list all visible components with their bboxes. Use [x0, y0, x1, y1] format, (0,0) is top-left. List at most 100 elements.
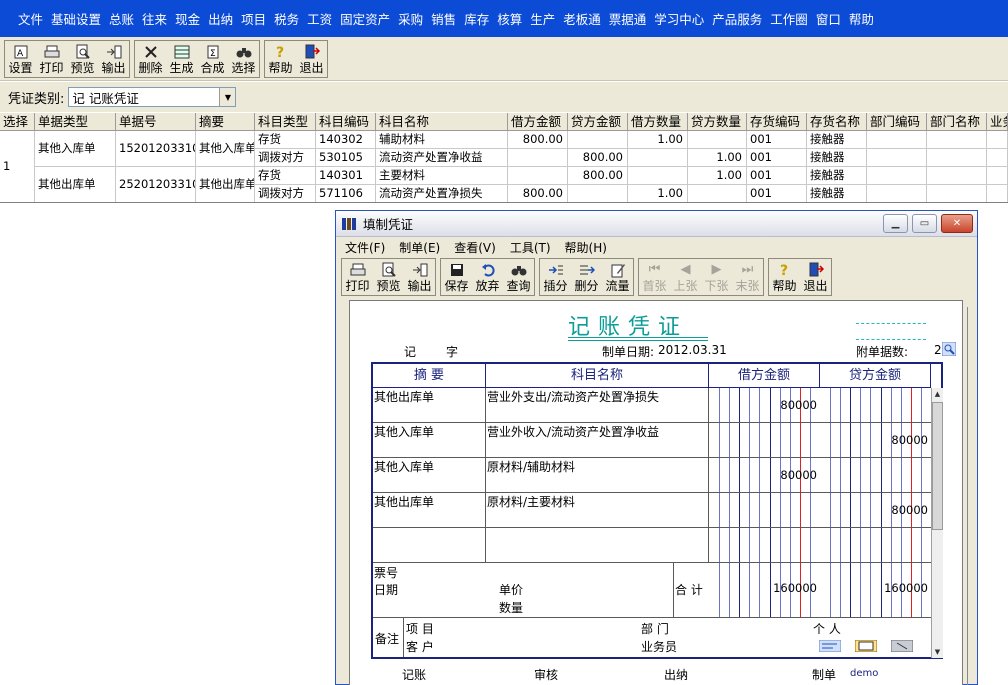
menu-basic-settings[interactable]: 基础设置	[51, 9, 101, 28]
col-header-doc-type[interactable]: 单据类型	[35, 113, 116, 131]
menu-purchase[interactable]: 采购	[398, 9, 423, 28]
entry-summary[interactable]	[373, 528, 486, 563]
dept-code-cell[interactable]	[867, 131, 927, 149]
voucher-cashflow-button[interactable]: 流量	[602, 259, 633, 295]
last-page-button[interactable]: ⏭ 末张	[732, 259, 763, 295]
business-cell[interactable]	[987, 167, 1008, 185]
dept-name-cell[interactable]	[927, 185, 987, 202]
card-icon[interactable]	[819, 640, 841, 652]
menu-fixed-assets[interactable]: 固定资产	[340, 9, 390, 28]
entry-summary[interactable]: 其他入库单	[373, 423, 486, 458]
voucher-type-select[interactable]: 记 记账凭证 ▼	[68, 87, 237, 107]
credit-qty-cell[interactable]	[688, 185, 747, 202]
account-name-cell[interactable]: 辅助材料	[376, 131, 508, 149]
col-header-credit[interactable]: 贷方金额	[568, 113, 628, 131]
voucher-help-button[interactable]: ? 帮助	[769, 259, 800, 295]
exit-button[interactable]: 退出	[296, 41, 327, 77]
col-header-debit-qty[interactable]: 借方数量	[628, 113, 688, 131]
debit-cell[interactable]	[508, 167, 568, 185]
dept-name-cell[interactable]	[927, 131, 987, 149]
entry-credit[interactable]: 80000	[820, 433, 928, 447]
inv-name-cell[interactable]: 接触器	[807, 131, 867, 149]
scroll-up-icon[interactable]: ▲	[932, 388, 943, 400]
voucher-export-button[interactable]: 输出	[404, 259, 435, 295]
entry-row[interactable]: 其他出库单 原材料/主要材料 80000	[373, 493, 933, 528]
dept-code-cell[interactable]	[867, 185, 927, 202]
col-header-credit-qty[interactable]: 贷方数量	[688, 113, 747, 131]
account-code-cell[interactable]: 140302	[316, 131, 376, 149]
menu-tax[interactable]: 税务	[274, 9, 299, 28]
col-header-summary[interactable]: 摘要	[196, 113, 255, 131]
voucher-window-titlebar[interactable]: 填制凭证 ▁ ▭ ✕	[336, 211, 977, 237]
col-header-dept-code[interactable]: 部门编码	[867, 113, 927, 131]
scroll-down-icon[interactable]: ▼	[932, 646, 943, 658]
maximize-icon[interactable]: ▭	[912, 214, 937, 233]
inv-code-cell[interactable]: 001	[747, 131, 807, 149]
menu-general-ledger[interactable]: 总账	[109, 9, 134, 28]
col-header-account-name[interactable]: 科目名称	[376, 113, 508, 131]
ledger-icon[interactable]	[855, 640, 877, 652]
debit-qty-cell[interactable]	[628, 149, 688, 167]
voucher-save-button[interactable]: 保存	[441, 259, 472, 295]
preview-button[interactable]: 预览	[67, 41, 98, 77]
attach-count[interactable]: 2	[934, 343, 942, 357]
menu-inventory[interactable]: 库存	[464, 9, 489, 28]
entry-account[interactable]: 原材料/辅助材料	[486, 458, 709, 493]
business-cell[interactable]	[987, 149, 1008, 167]
voucher-exit-button[interactable]: 退出	[800, 259, 831, 295]
scrollbar-thumb[interactable]	[932, 402, 943, 530]
debit-cell[interactable]: 800.00	[508, 185, 568, 202]
entry-account[interactable]	[486, 528, 709, 563]
col-header-business[interactable]: 业务	[987, 113, 1008, 131]
entry-debit[interactable]: 80000	[709, 468, 817, 482]
col-header-doc-no[interactable]: 单据号	[116, 113, 196, 131]
entry-account[interactable]: 原材料/主要材料	[486, 493, 709, 528]
entry-row-empty[interactable]	[373, 528, 933, 563]
menu-production[interactable]: 生产	[530, 9, 555, 28]
account-name-cell[interactable]: 流动资产处置净损失	[376, 185, 508, 202]
col-header-select[interactable]: 选择	[0, 113, 35, 131]
credit-cell[interactable]	[568, 131, 628, 149]
account-type-cell[interactable]: 调拨对方	[255, 185, 316, 202]
debit-cell[interactable]: 800.00	[508, 131, 568, 149]
menu-learning[interactable]: 学习中心	[654, 9, 704, 28]
credit-cell[interactable]	[568, 185, 628, 202]
voucher-abandon-button[interactable]: 放弃	[472, 259, 503, 295]
entry-row[interactable]: 其他入库单 原材料/辅助材料 80000	[373, 458, 933, 493]
menu-help[interactable]: 帮助	[849, 9, 874, 28]
menu-sales[interactable]: 销售	[431, 9, 456, 28]
voucher-delete-line-button[interactable]: 删分	[571, 259, 602, 295]
account-type-cell[interactable]: 存货	[255, 131, 316, 149]
doc-no-cell[interactable]: 15201203310001	[116, 131, 196, 167]
voucher-menu-help[interactable]: 帮助(H)	[565, 239, 607, 256]
doc-summary-cell[interactable]: 其他出库单	[196, 167, 255, 202]
voucher-insert-line-button[interactable]: 插分	[540, 259, 571, 295]
dept-code-cell[interactable]	[867, 167, 927, 185]
col-header-inv-code[interactable]: 存货编码	[747, 113, 807, 131]
inv-name-cell[interactable]: 接触器	[807, 185, 867, 202]
dept-name-cell[interactable]	[927, 167, 987, 185]
close-icon[interactable]: ✕	[941, 214, 973, 233]
menu-project[interactable]: 项目	[241, 9, 266, 28]
print-button[interactable]: 打印	[36, 41, 67, 77]
voucher-date[interactable]: 2012.03.31	[658, 343, 727, 357]
dept-code-cell[interactable]	[867, 149, 927, 167]
inv-name-cell[interactable]: 接触器	[807, 149, 867, 167]
col-header-account-type[interactable]: 科目类型	[255, 113, 316, 131]
menu-cash[interactable]: 现金	[175, 9, 200, 28]
inv-code-cell[interactable]: 001	[747, 167, 807, 185]
menu-payroll[interactable]: 工资	[307, 9, 332, 28]
account-type-cell[interactable]: 存货	[255, 167, 316, 185]
entry-summary[interactable]: 其他出库单	[373, 493, 486, 528]
delete-button[interactable]: 删除	[135, 41, 166, 77]
export-button[interactable]: 输出	[98, 41, 129, 77]
minimize-icon[interactable]: ▁	[883, 214, 908, 233]
voucher-menu-view[interactable]: 查看(V)	[454, 239, 496, 256]
account-type-cell[interactable]: 调拨对方	[255, 149, 316, 167]
voucher-query-button[interactable]: 查询	[503, 259, 534, 295]
group-no-cell[interactable]: 1	[0, 131, 35, 202]
voucher-preview-button[interactable]: 预览	[373, 259, 404, 295]
next-page-button[interactable]: ▶ 下张	[701, 259, 732, 295]
chevron-down-icon[interactable]: ▼	[219, 88, 236, 106]
debit-qty-cell[interactable]: 1.00	[628, 185, 688, 202]
